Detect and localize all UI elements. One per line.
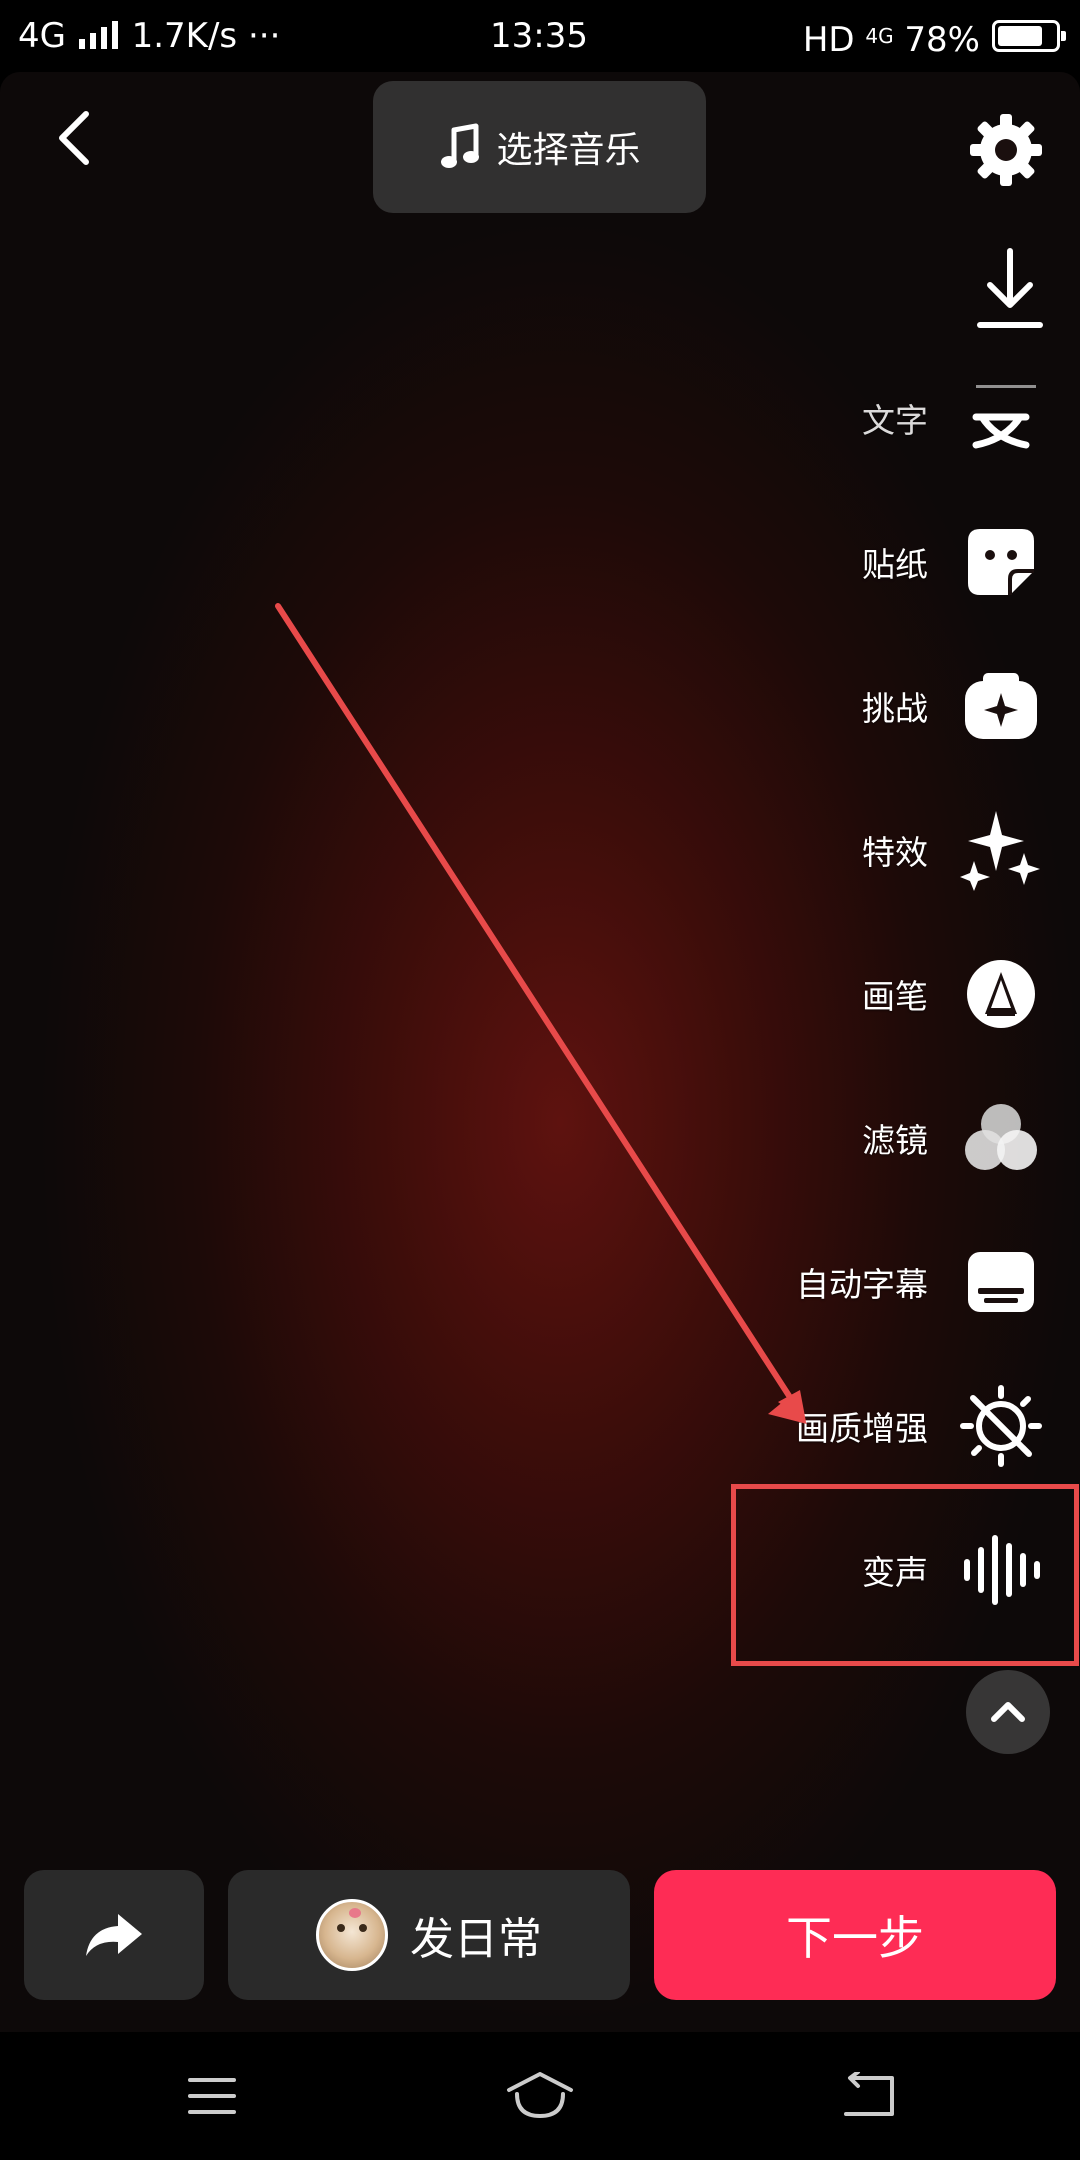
battery-percent: 78%	[904, 20, 980, 60]
home-icon[interactable]	[505, 2072, 575, 2122]
network-speed: 1.7K/s ···	[131, 16, 281, 56]
highlight-box	[731, 1484, 1079, 1666]
gear-icon	[970, 114, 1042, 186]
sticker-icon	[958, 519, 1044, 605]
next-step-label: 下一步	[786, 1911, 924, 1965]
network-type: 4G	[18, 16, 66, 56]
download-icon	[977, 248, 1043, 328]
status-right: HD 4G 78%	[803, 14, 980, 62]
tool-label: 挑战	[862, 689, 928, 728]
share-button[interactable]	[24, 1870, 204, 2000]
text-icon	[958, 375, 1044, 461]
brush-icon	[958, 951, 1044, 1037]
enhance-icon	[958, 1383, 1044, 1469]
collapse-tools-button[interactable]	[966, 1670, 1050, 1754]
post-daily-label: 发日常	[410, 1914, 542, 1965]
return-icon[interactable]	[840, 2072, 900, 2122]
tool-challenge[interactable]: 挑战	[862, 656, 1044, 756]
tool-label: 画笔	[862, 977, 928, 1016]
network-type-right: 4G	[865, 24, 894, 48]
status-left: 4G 1.7K/s ···	[18, 14, 280, 58]
filter-icon	[958, 1095, 1044, 1181]
battery-icon	[992, 20, 1066, 52]
tool-label: 文字	[862, 401, 928, 440]
subtitle-icon	[958, 1239, 1044, 1325]
sparkle-icon	[958, 807, 1044, 893]
tool-label: 自动字幕	[796, 1265, 928, 1304]
tool-label: 画质增强	[796, 1409, 928, 1448]
status-bar: 4G 1.7K/s ··· 13:35 HD 4G 78%	[0, 0, 1080, 72]
post-daily-button[interactable]: 发日常	[228, 1870, 630, 2000]
select-music-button[interactable]: 选择音乐	[373, 81, 706, 213]
signal-icon	[78, 21, 118, 49]
tool-quality-enhance[interactable]: 画质增强	[796, 1376, 1044, 1476]
music-note-icon	[441, 123, 480, 168]
back-button[interactable]	[50, 106, 98, 170]
settings-button[interactable]	[966, 110, 1046, 190]
navigation-bar	[0, 2032, 1080, 2160]
share-arrow-icon	[86, 1914, 142, 1956]
select-music-label: 选择音乐	[496, 130, 641, 171]
tool-sticker[interactable]: 贴纸	[862, 512, 1044, 612]
chevron-left-icon	[59, 111, 89, 165]
tool-label: 贴纸	[862, 545, 928, 584]
tool-effects[interactable]: 特效	[862, 800, 1044, 900]
video-preview	[0, 72, 1080, 2032]
challenge-icon	[958, 663, 1044, 749]
tool-text[interactable]: 文字	[862, 368, 1044, 468]
next-step-button[interactable]: 下一步	[654, 1870, 1056, 2000]
tool-brush[interactable]: 画笔	[862, 944, 1044, 1044]
tool-label: 特效	[862, 833, 928, 872]
menu-icon[interactable]	[182, 2072, 242, 2122]
tool-auto-subtitle[interactable]: 自动字幕	[796, 1232, 1044, 1332]
download-button[interactable]	[970, 245, 1050, 335]
tool-label: 滤镜	[862, 1121, 928, 1160]
hd-label: HD	[802, 20, 855, 60]
chevron-up-icon	[991, 1702, 1025, 1722]
avatar	[316, 1899, 388, 1971]
tool-filter[interactable]: 滤镜	[862, 1088, 1044, 1188]
clock: 13:35	[490, 16, 588, 56]
